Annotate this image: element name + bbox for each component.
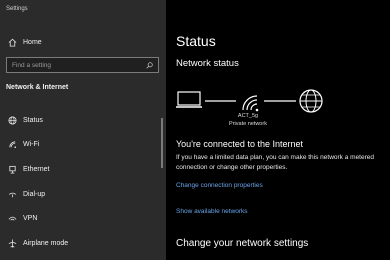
globe-icon xyxy=(6,115,18,125)
main-content: Status Network status ACT_5g Private net… xyxy=(166,0,390,260)
page-title: Status xyxy=(176,33,216,49)
airplane-icon xyxy=(6,238,18,248)
sidebar-item-label: Wi-Fi xyxy=(23,140,40,148)
sidebar-item-home[interactable]: Home xyxy=(0,32,166,52)
phone-icon xyxy=(6,190,18,199)
section-heading: Network & Internet xyxy=(6,84,69,91)
vpn-icon xyxy=(6,214,18,223)
sidebar-item-label: Home xyxy=(23,38,42,46)
sidebar-item-label: Ethernet xyxy=(23,165,50,173)
sidebar-item-label: Status xyxy=(23,116,43,124)
sidebar-item-airplane[interactable]: Airplane mode xyxy=(0,233,166,253)
internet-globe-icon xyxy=(299,89,323,113)
network-name: ACT_5g xyxy=(237,113,259,119)
sidebar-item-dialup[interactable]: Dial-up xyxy=(0,184,166,204)
sidebar-item-label: Dial-up xyxy=(23,190,46,198)
sidebar-item-label: VPN xyxy=(23,214,38,222)
change-connection-properties-link[interactable]: Change connection properties xyxy=(176,182,263,189)
change-network-settings-heading: Change your network settings xyxy=(176,238,309,249)
network-status-heading: Network status xyxy=(176,58,239,69)
sidebar-item-ethernet[interactable]: Ethernet xyxy=(0,159,166,179)
scrollbar[interactable] xyxy=(161,118,163,168)
sidebar-item-wifi[interactable]: Wi-Fi xyxy=(0,134,166,154)
sidebar: Settings Home Find a setting Network & I… xyxy=(0,0,166,260)
wifi-signal-icon xyxy=(242,95,259,112)
ethernet-icon xyxy=(6,165,18,174)
sidebar-item-label: Airplane mode xyxy=(23,239,69,247)
connection-description: If you have a limited data plan, you can… xyxy=(176,154,374,171)
network-type: Private network xyxy=(229,121,267,127)
connection-status-title: You're connected to the Internet xyxy=(176,139,303,149)
show-available-networks-link[interactable]: Show available networks xyxy=(176,208,248,215)
search-placeholder: Find a setting xyxy=(12,61,52,69)
home-icon xyxy=(6,38,18,47)
app-title: Settings xyxy=(6,6,28,12)
laptop-icon xyxy=(176,91,202,108)
wifi-icon xyxy=(6,140,18,149)
sidebar-item-vpn[interactable]: VPN xyxy=(0,208,166,228)
search-icon[interactable] xyxy=(146,61,153,69)
sidebar-item-status[interactable]: Status xyxy=(0,110,166,130)
search-input[interactable]: Find a setting xyxy=(6,57,159,73)
